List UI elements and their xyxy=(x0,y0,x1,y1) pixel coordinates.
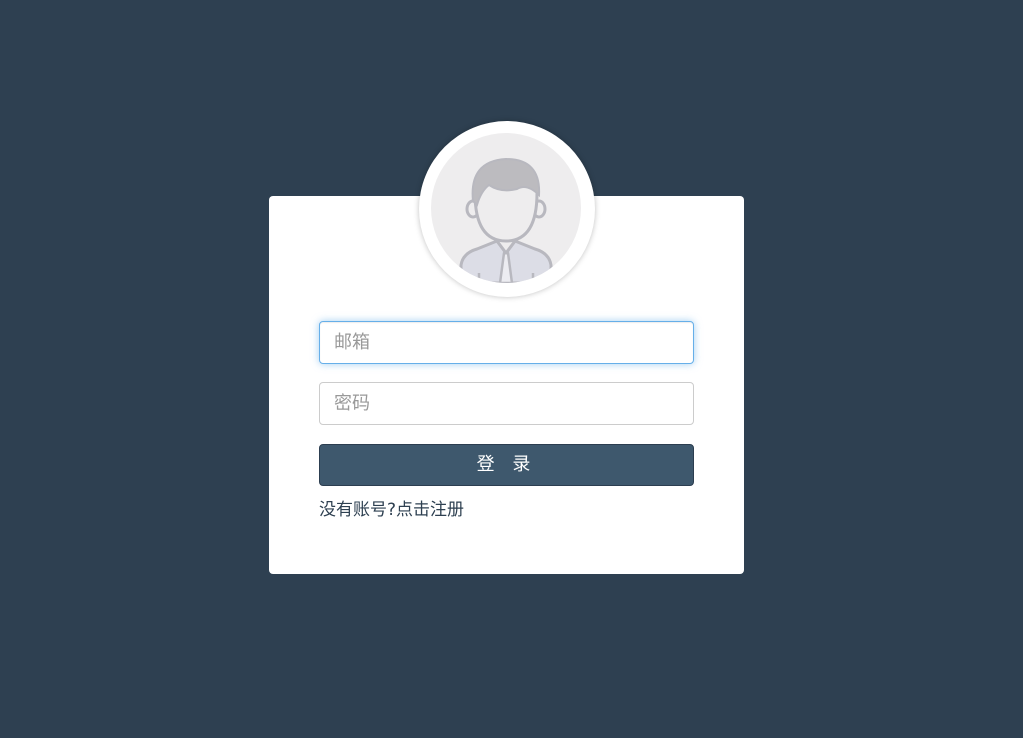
user-avatar-icon xyxy=(431,133,581,283)
avatar xyxy=(419,121,595,297)
register-link[interactable]: 点击注册 xyxy=(396,500,464,520)
register-prompt: 没有账号? xyxy=(319,500,397,520)
password-input[interactable] xyxy=(319,382,694,425)
register-row: 没有账号?点击注册 xyxy=(319,498,464,522)
email-input[interactable] xyxy=(319,321,694,364)
login-button[interactable]: 登 录 xyxy=(319,444,694,486)
login-page: 登 录 没有账号?点击注册 xyxy=(0,0,1023,738)
